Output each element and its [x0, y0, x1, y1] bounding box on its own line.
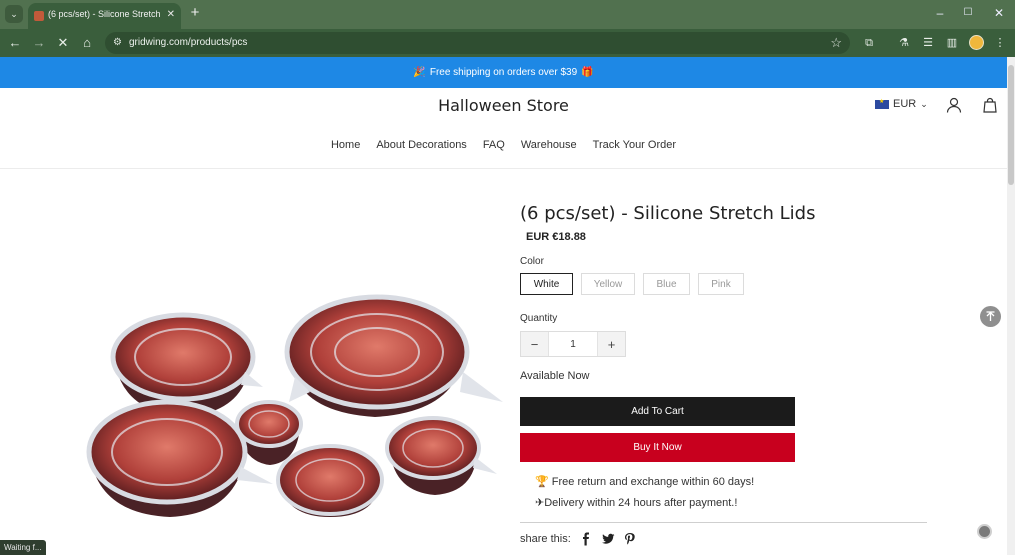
quantity-label: Quantity [520, 313, 558, 324]
chevron-down-icon: ⌄ [920, 98, 928, 109]
quantity-input[interactable]: 1 [548, 332, 598, 356]
product-title: (6 pcs/set) - Silicone Stretch Lids [520, 203, 816, 224]
share-divider [520, 522, 927, 523]
buy-now-button[interactable]: Buy It Now [520, 433, 795, 462]
color-label: Color [520, 256, 544, 267]
stop-icon[interactable]: ✕ [54, 34, 72, 52]
side-panel-icon[interactable]: ▥ [943, 34, 961, 52]
maximize-icon[interactable]: ☐ [961, 6, 975, 20]
perk-free-return: 🏆 Free return and exchange within 60 day… [535, 475, 754, 488]
plus-icon[interactable]: + [187, 5, 203, 21]
home-icon[interactable]: ⌂ [78, 34, 96, 52]
color-option-white[interactable]: White [520, 273, 573, 295]
color-option-pink[interactable]: Pink [698, 273, 744, 295]
store-name[interactable]: Halloween Store [0, 96, 1007, 115]
labs-icon[interactable]: ⚗ [895, 34, 913, 52]
account-icon[interactable] [946, 97, 962, 113]
airplane-icon: ✈ [535, 497, 545, 509]
web-page: 🎉 Free shipping on orders over $39 🎁 Hal… [0, 57, 1007, 555]
extensions-icon[interactable]: ⧉ [860, 34, 878, 52]
tab-title: (6 pcs/set) - Silicone Stretch Lids [48, 9, 162, 19]
availability-status: Available Now [520, 370, 590, 382]
site-info-icon[interactable]: ⚙ [113, 37, 125, 49]
perk-text: Delivery within 24 hours after payment.! [544, 497, 738, 509]
tab-search-icon[interactable]: ⌄ [5, 5, 23, 23]
color-option-blue[interactable]: Blue [643, 273, 690, 295]
nav-home[interactable]: Home [331, 139, 360, 151]
facebook-icon[interactable] [579, 532, 593, 546]
tab-strip: ⌄ (6 pcs/set) - Silicone Stretch Lids ✕ … [0, 0, 1015, 29]
gift-emoji: 🎁 [581, 67, 594, 78]
add-to-cart-button[interactable]: Add To Cart [520, 397, 795, 426]
lid-medium-bottom-right [385, 416, 497, 495]
currency-label: EUR [893, 98, 917, 110]
page-scrollbar[interactable] [1007, 57, 1015, 555]
cart-icon[interactable] [982, 97, 998, 113]
url-text: gridwing.com/products/pcs [129, 37, 248, 48]
quantity-stepper: − 1 + [520, 331, 626, 357]
browser-window: ⌄ (6 pcs/set) - Silicone Stretch Lids ✕ … [0, 0, 1015, 555]
color-option-yellow[interactable]: Yellow [581, 273, 635, 295]
decrease-quantity-button[interactable]: − [521, 332, 548, 356]
perk-text: Free return and exchange within 60 days! [551, 476, 755, 488]
profile-icon[interactable] [969, 35, 984, 50]
product-price: EUR €18.88 [526, 231, 586, 243]
more-menu-icon[interactable]: ⋮ [991, 34, 1009, 52]
nav-warehouse[interactable]: Warehouse [521, 139, 577, 151]
back-icon[interactable]: ← [6, 34, 24, 52]
currency-selector[interactable]: EUR ⌄ [875, 98, 928, 110]
header-divider [0, 168, 1007, 169]
arrow-up-icon [986, 311, 995, 321]
close-icon[interactable]: ✕ [167, 8, 175, 22]
active-tab[interactable]: (6 pcs/set) - Silicone Stretch Lids ✕ [28, 3, 181, 29]
browser-toolbar: ← → ✕ ⌂ ⚙ gridwing.com/products/pcs ☆ ⧉ … [0, 29, 1015, 57]
forward-icon[interactable]: → [30, 34, 48, 52]
party-emoji: 🎉 [413, 67, 426, 78]
lid-large-top-right [284, 294, 503, 417]
main-nav: Home About Decorations FAQ Warehouse Tra… [0, 139, 1007, 151]
chat-widget-icon[interactable] [977, 524, 992, 539]
minimize-icon[interactable]: – [933, 6, 947, 20]
perk-fast-delivery: ✈Delivery within 24 hours after payment.… [535, 496, 737, 509]
announcement-text: Free shipping on orders over $39 [429, 67, 578, 78]
scrollbar-thumb[interactable] [1008, 65, 1014, 185]
share-label: share this: [520, 533, 571, 545]
back-to-top-button[interactable] [980, 306, 1001, 327]
window-close-icon[interactable]: ✕ [992, 6, 1006, 20]
eu-flag-icon [875, 98, 889, 109]
trophy-icon: 🏆 [535, 476, 549, 488]
status-bar: Waiting f... [0, 540, 46, 555]
increase-quantity-button[interactable]: + [598, 332, 625, 356]
twitter-icon[interactable] [601, 532, 615, 546]
bookmark-star-icon[interactable]: ☆ [830, 35, 842, 51]
share-row: share this: [520, 532, 637, 546]
nav-about-decorations[interactable]: About Decorations [376, 139, 467, 151]
lid-medium-bottom-center [276, 444, 384, 517]
pinterest-icon[interactable] [623, 532, 637, 546]
announcement-bar: 🎉 Free shipping on orders over $39 🎁 [0, 57, 1007, 88]
favicon-icon [34, 11, 44, 21]
product-image[interactable] [85, 252, 505, 517]
nav-faq[interactable]: FAQ [483, 139, 505, 151]
nav-track-order[interactable]: Track Your Order [593, 139, 676, 151]
address-bar[interactable]: ⚙ gridwing.com/products/pcs ☆ [105, 32, 850, 54]
reading-list-icon[interactable]: ☰ [919, 34, 937, 52]
